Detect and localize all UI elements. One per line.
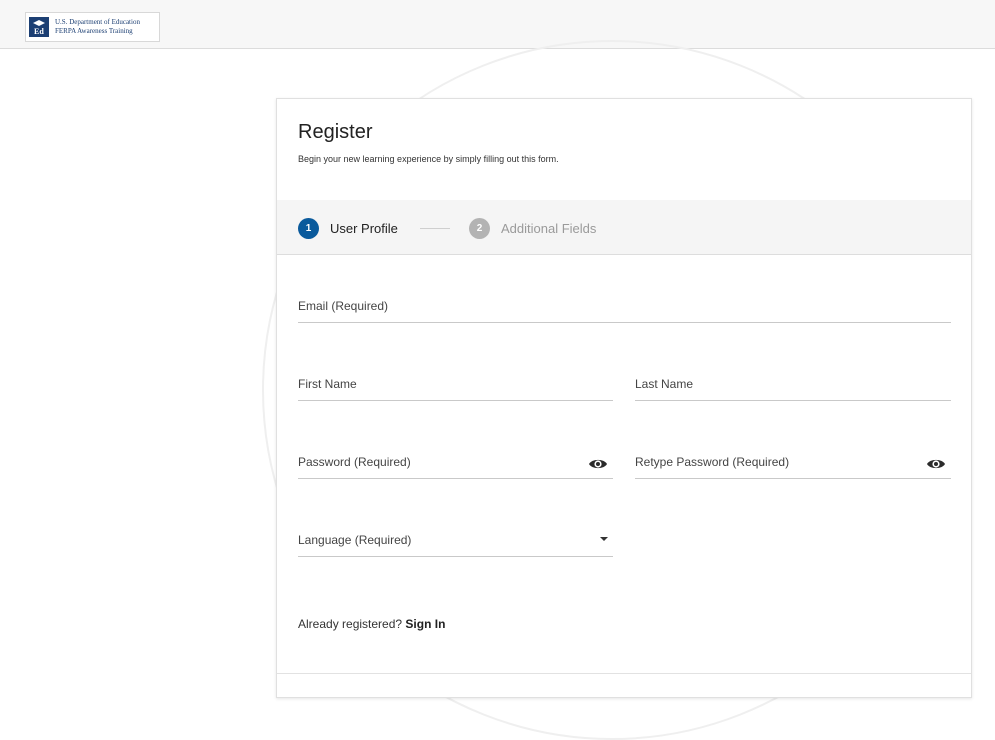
page-subtitle: Begin your new learning experience by si… bbox=[298, 154, 559, 164]
eye-icon[interactable] bbox=[926, 454, 946, 474]
retype-password-label: Retype Password (Required) bbox=[635, 455, 790, 469]
signin-prompt-row: Already registered? Sign In bbox=[298, 617, 445, 631]
language-label: Language (Required) bbox=[298, 533, 412, 547]
page-title: Register bbox=[298, 121, 373, 143]
signin-link[interactable]: Sign In bbox=[405, 617, 445, 631]
register-card: Register Begin your new learning experie… bbox=[276, 98, 972, 698]
step-1-label[interactable]: User Profile bbox=[330, 221, 398, 236]
registration-stepper: 1 User Profile 2 Additional Fields bbox=[277, 200, 971, 255]
password-field[interactable]: Password (Required) bbox=[298, 448, 613, 479]
first-name-field[interactable]: First Name bbox=[298, 370, 613, 401]
password-label: Password (Required) bbox=[298, 455, 411, 469]
signin-prompt: Already registered? bbox=[298, 617, 403, 631]
svg-text:Ed: Ed bbox=[34, 27, 44, 35]
ed-seal-icon: Ed bbox=[29, 17, 49, 37]
retype-password-field[interactable]: Retype Password (Required) bbox=[635, 448, 951, 479]
step-connector bbox=[420, 228, 450, 229]
email-field[interactable]: Email (Required) bbox=[298, 292, 951, 323]
logo-line-2: FERPA Awareness Training bbox=[55, 27, 133, 35]
eye-icon[interactable] bbox=[588, 454, 608, 474]
step-1-number[interactable]: 1 bbox=[298, 218, 319, 239]
first-name-label: First Name bbox=[298, 377, 357, 391]
last-name-field[interactable]: Last Name bbox=[635, 370, 951, 401]
department-of-education-logo[interactable]: Ed U.S. Department of Education FERPA Aw… bbox=[25, 12, 160, 42]
top-header-bar: Ed U.S. Department of Education FERPA Aw… bbox=[0, 0, 995, 49]
step-2-number[interactable]: 2 bbox=[469, 218, 490, 239]
card-footer-divider bbox=[277, 673, 971, 674]
logo-line-1: U.S. Department of Education bbox=[55, 18, 140, 26]
logo-text: U.S. Department of Education FERPA Aware… bbox=[55, 18, 140, 36]
step-2-label[interactable]: Additional Fields bbox=[501, 221, 596, 236]
email-label: Email (Required) bbox=[298, 299, 389, 313]
caret-down-icon[interactable] bbox=[600, 537, 608, 541]
last-name-label: Last Name bbox=[635, 377, 694, 391]
language-select[interactable]: Language (Required) bbox=[298, 526, 613, 557]
